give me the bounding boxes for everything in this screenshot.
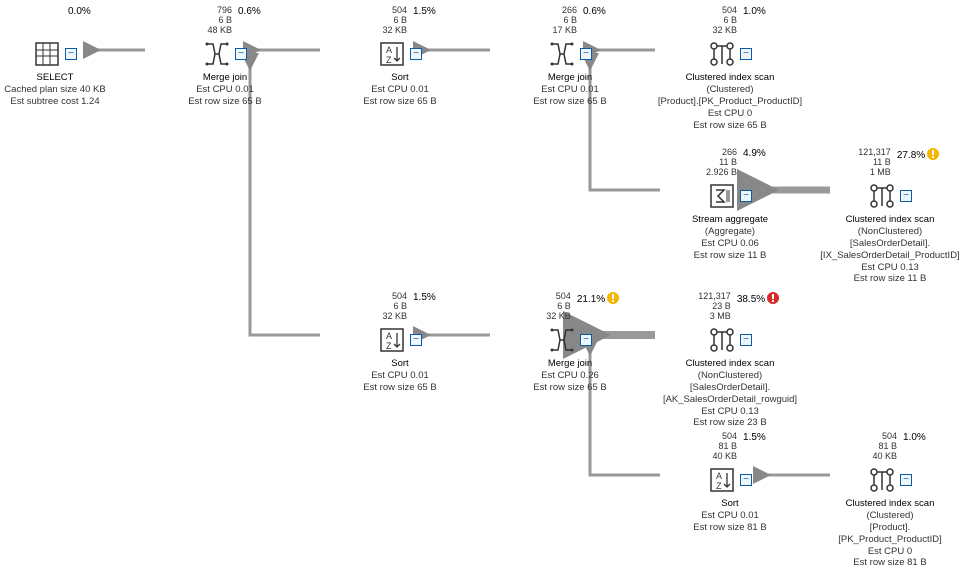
node-details: Merge join Est CPU 0.01 Est row size 65 … <box>533 72 606 108</box>
node-stats: 504 81 B 40 KB <box>847 432 897 462</box>
node-merge-join-1[interactable]: 796 6 B 48 KB 0.6% − Merge join Est CPU … <box>145 6 305 108</box>
node-details: Merge join Est CPU 0.01 Est row size 65 … <box>188 72 261 108</box>
node-stats: 504 6 B 32 KB <box>357 6 407 36</box>
node-stats: 121,317 11 B 1 MB <box>841 148 891 178</box>
node-stats: 266 6 B 17 KB <box>527 6 577 36</box>
node-stats: 504 6 B 32 KB <box>521 292 571 322</box>
node-sort-2[interactable]: 504 6 B 32 KB 1.5% − Sort Est CPU 0.01 E… <box>320 292 480 394</box>
node-stats: 504 81 B 40 KB <box>687 432 737 462</box>
collapse-toggle[interactable]: − <box>580 334 592 346</box>
cost-pct: 0.6% <box>583 6 613 17</box>
node-stats: 266 11 B 2.926 B <box>687 148 737 178</box>
node-details: Sort Est CPU 0.01 Est row size 81 B <box>693 498 766 534</box>
merge-join-icon <box>548 40 576 68</box>
index-scan-icon <box>708 326 736 354</box>
error-icon <box>767 292 779 307</box>
table-icon <box>33 40 61 68</box>
cost-pct: 0.0% <box>68 6 98 17</box>
cost-pct: 38.5% <box>737 292 779 307</box>
node-details: Clustered index scan (Clustered) [Produc… <box>658 72 802 131</box>
collapse-toggle[interactable]: − <box>740 48 752 60</box>
collapse-toggle[interactable]: − <box>65 48 77 60</box>
merge-join-icon <box>203 40 231 68</box>
cost-pct: 27.8% <box>897 148 939 163</box>
stream-aggregate-icon <box>708 182 736 210</box>
node-details: Merge join Est CPU 0.26 Est row size 65 … <box>533 358 606 394</box>
index-scan-icon <box>868 182 896 210</box>
cost-pct: 1.5% <box>743 432 773 443</box>
node-details: Clustered index scan (NonClustered) [Sal… <box>820 214 959 285</box>
node-merge-join-3[interactable]: 504 6 B 32 KB 21.1% − Merge join Est CPU… <box>490 292 650 394</box>
collapse-toggle[interactable]: − <box>900 474 912 486</box>
collapse-toggle[interactable]: − <box>580 48 592 60</box>
node-stats: 504 6 B 32 KB <box>687 6 737 36</box>
node-details: SELECT Cached plan size 40 KB Est subtre… <box>4 72 105 108</box>
sort-icon <box>378 326 406 354</box>
collapse-toggle[interactable]: − <box>740 334 752 346</box>
node-stats: 796 6 B 48 KB <box>182 6 232 36</box>
node-details: Sort Est CPU 0.01 Est row size 65 B <box>363 72 436 108</box>
cost-pct: 0.6% <box>238 6 268 17</box>
warning-icon <box>607 292 619 307</box>
node-select[interactable]: 0.0% − SELECT Cached plan size 40 KB Est… <box>0 6 125 108</box>
cost-pct: 1.5% <box>413 6 443 17</box>
node-details: Stream aggregate (Aggregate) Est CPU 0.0… <box>692 214 768 262</box>
node-stats: 504 6 B 32 KB <box>357 292 407 322</box>
node-details: Clustered index scan (NonClustered) [Sal… <box>663 358 797 429</box>
collapse-toggle[interactable]: − <box>410 334 422 346</box>
node-details: Sort Est CPU 0.01 Est row size 65 B <box>363 358 436 394</box>
sort-icon <box>378 40 406 68</box>
cost-pct: 1.0% <box>743 6 773 17</box>
node-stats <box>12 6 62 36</box>
cost-pct: 1.5% <box>413 292 443 303</box>
warning-icon <box>927 148 939 163</box>
index-scan-icon <box>868 466 896 494</box>
node-details: Clustered index scan (Clustered) [Produc… <box>820 498 960 569</box>
node-sort-3[interactable]: 504 81 B 40 KB 1.5% − Sort Est CPU 0.01 … <box>650 432 810 534</box>
collapse-toggle[interactable]: − <box>900 190 912 202</box>
node-merge-join-2[interactable]: 266 6 B 17 KB 0.6% − Merge join Est CPU … <box>490 6 650 108</box>
node-clustered-index-scan-sod-1[interactable]: 121,317 11 B 1 MB 27.8% − Clustered inde… <box>820 148 960 285</box>
merge-join-icon <box>548 326 576 354</box>
node-sort-1[interactable]: 504 6 B 32 KB 1.5% − Sort Est CPU 0.01 E… <box>320 6 480 108</box>
node-clustered-index-scan-product-1[interactable]: 504 6 B 32 KB 1.0% − Clustered index sca… <box>650 6 810 131</box>
collapse-toggle[interactable]: − <box>740 474 752 486</box>
collapse-toggle[interactable]: − <box>410 48 422 60</box>
collapse-toggle[interactable]: − <box>235 48 247 60</box>
node-clustered-index-scan-sod-2[interactable]: 121,317 23 B 3 MB 38.5% − Clustered inde… <box>650 292 810 429</box>
sort-icon <box>708 466 736 494</box>
index-scan-icon <box>708 40 736 68</box>
cost-pct: 4.9% <box>743 148 773 159</box>
node-stream-aggregate[interactable]: 266 11 B 2.926 B 4.9% − Stream aggregate… <box>650 148 810 262</box>
node-stats: 121,317 23 B 3 MB <box>681 292 731 322</box>
cost-pct: 21.1% <box>577 292 619 307</box>
collapse-toggle[interactable]: − <box>740 190 752 202</box>
node-clustered-index-scan-product-2[interactable]: 504 81 B 40 KB 1.0% − Clustered index sc… <box>820 432 960 569</box>
cost-pct: 1.0% <box>903 432 933 443</box>
